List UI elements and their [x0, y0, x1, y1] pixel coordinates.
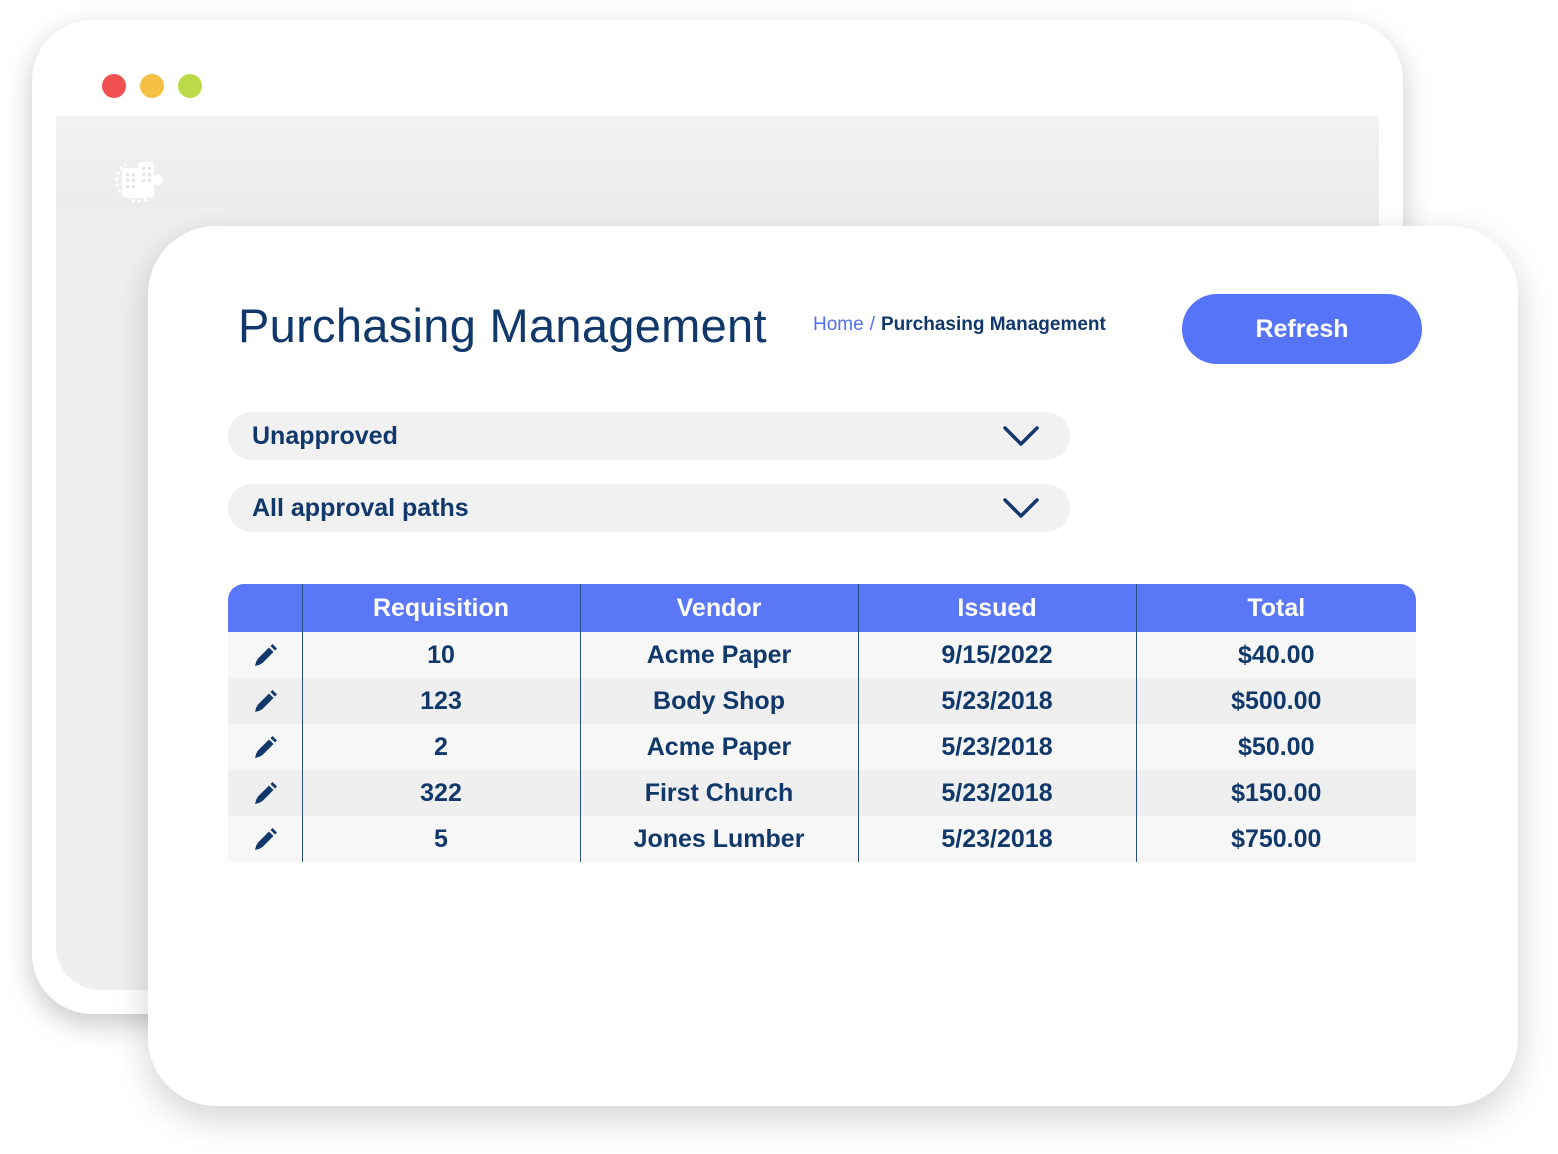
edit-cell — [228, 724, 302, 770]
breadcrumb-home-link[interactable]: Home — [813, 314, 864, 335]
column-header-issued[interactable]: Issued — [857, 584, 1136, 632]
total-cell: $500.00 — [1135, 678, 1416, 724]
total-cell: $750.00 — [1135, 816, 1416, 862]
issued-cell: 9/15/2022 — [857, 632, 1136, 678]
issued-cell: 5/23/2018 — [857, 724, 1136, 770]
pencil-edit-icon[interactable] — [252, 689, 278, 715]
requisition-cell: 123 — [301, 678, 580, 724]
issued-cell: 5/23/2018 — [857, 678, 1136, 724]
building-logo-icon — [115, 162, 163, 203]
requisition-cell: 5 — [301, 816, 580, 862]
window-maximize-dot[interactable] — [178, 74, 202, 98]
issued-cell: 5/23/2018 — [857, 816, 1136, 862]
table-row[interactable]: 10 Acme Paper 9/15/2022 $40.00 — [228, 632, 1416, 678]
table-row[interactable]: 2 Acme Paper 5/23/2018 $50.00 — [228, 724, 1416, 770]
total-cell: $50.00 — [1135, 724, 1416, 770]
pencil-edit-icon[interactable] — [252, 827, 278, 853]
table-row[interactable]: 322 First Church 5/23/2018 $150.00 — [228, 770, 1416, 816]
column-header-total[interactable]: Total — [1135, 584, 1416, 632]
status-filter-select[interactable]: Unapproved — [228, 412, 1070, 460]
vendor-cell: First Church — [579, 770, 858, 816]
edit-cell — [228, 678, 302, 724]
approval-path-filter-value: All approval paths — [252, 493, 469, 522]
vendor-cell: Body Shop — [579, 678, 858, 724]
vendor-cell: Acme Paper — [579, 724, 858, 770]
breadcrumb-separator: / — [869, 314, 875, 335]
edit-cell — [228, 632, 302, 678]
total-cell: $150.00 — [1135, 770, 1416, 816]
window-close-dot[interactable] — [102, 74, 126, 98]
table-row[interactable]: 5 Jones Lumber 5/23/2018 $750.00 — [228, 816, 1416, 862]
status-filter-value: Unapproved — [252, 421, 398, 450]
column-header-vendor[interactable]: Vendor — [579, 584, 858, 632]
total-cell: $40.00 — [1135, 632, 1416, 678]
background-app-header — [56, 116, 1379, 208]
requisitions-table: Requisition Vendor Issued Total 10 Acme … — [228, 584, 1416, 862]
requisition-cell: 10 — [301, 632, 580, 678]
requisition-cell: 322 — [301, 770, 580, 816]
chevron-down-icon — [1003, 426, 1039, 446]
column-header-edit — [228, 584, 302, 632]
table-header-row: Requisition Vendor Issued Total — [228, 584, 1416, 632]
pencil-edit-icon[interactable] — [252, 643, 278, 669]
chevron-down-icon — [1003, 498, 1039, 518]
breadcrumb: Home / Purchasing Management — [813, 314, 1106, 336]
edit-cell — [228, 770, 302, 816]
page-title: Purchasing Management — [238, 299, 767, 352]
table-row[interactable]: 123 Body Shop 5/23/2018 $500.00 — [228, 678, 1416, 724]
breadcrumb-current: Purchasing Management — [880, 314, 1106, 335]
issued-cell: 5/23/2018 — [857, 770, 1136, 816]
refresh-button[interactable]: Refresh — [1182, 294, 1422, 364]
requisition-cell: 2 — [301, 724, 580, 770]
vendor-cell: Acme Paper — [579, 632, 858, 678]
window-minimize-dot[interactable] — [140, 74, 164, 98]
pencil-edit-icon[interactable] — [252, 781, 278, 807]
approval-path-filter-select[interactable]: All approval paths — [228, 484, 1070, 532]
column-header-requisition[interactable]: Requisition — [301, 584, 580, 632]
pencil-edit-icon[interactable] — [252, 735, 278, 761]
edit-cell — [228, 816, 302, 862]
purchasing-management-panel: Purchasing Management Home / Purchasing Ma… — [148, 226, 1518, 1106]
vendor-cell: Jones Lumber — [579, 816, 858, 862]
